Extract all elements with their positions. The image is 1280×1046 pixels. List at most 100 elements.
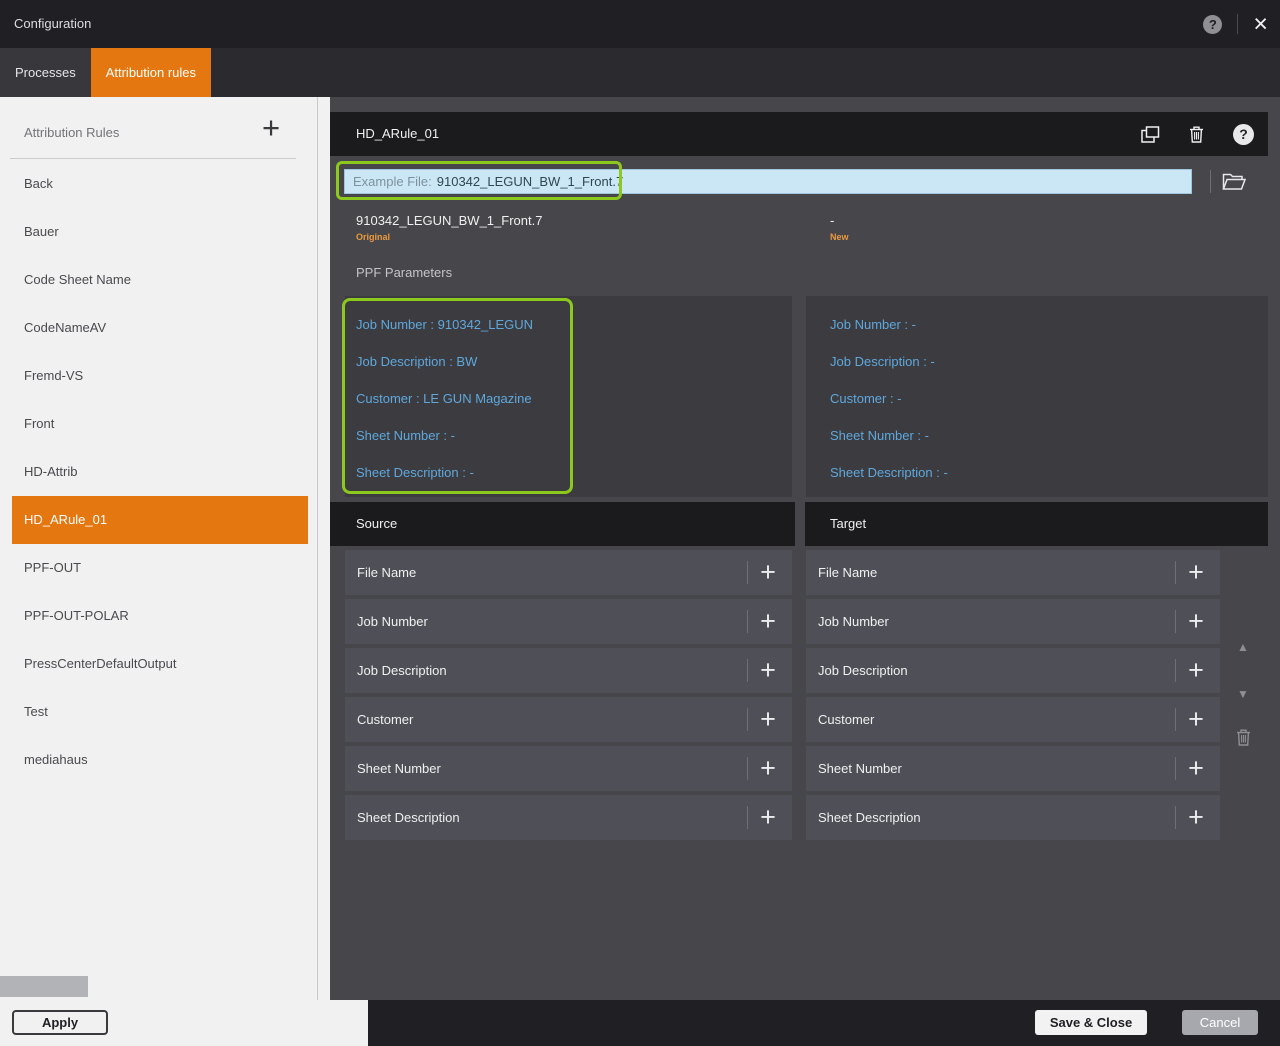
source-row-sheet-number[interactable]: Sheet Number +	[345, 746, 792, 791]
titlebar-divider	[1237, 14, 1238, 34]
sidebar: Attribution Rules + Back Bauer Code Shee…	[0, 97, 330, 1000]
plus-glyph: +	[760, 655, 776, 685]
sidebar-item-presscenterdefaultoutput[interactable]: PressCenterDefaultOutput	[0, 640, 330, 688]
move-down-icon[interactable]: ▼	[1232, 687, 1254, 701]
sidebar-item-hd-arule-01[interactable]: HD_ARule_01	[12, 496, 308, 544]
target-row-sheet-description[interactable]: Sheet Description +	[806, 795, 1220, 840]
plus-glyph: +	[1188, 704, 1204, 734]
add-icon[interactable]: +	[1178, 746, 1214, 791]
move-up-icon[interactable]: ▲	[1232, 640, 1254, 654]
source-row-file-name[interactable]: File Name +	[345, 550, 792, 595]
rule-header-actions: ?	[1141, 112, 1254, 156]
sidebar-item-bauer[interactable]: Bauer	[0, 208, 330, 256]
add-icon[interactable]: +	[750, 648, 786, 693]
row-label: File Name	[357, 550, 416, 595]
rule-help-icon[interactable]: ?	[1233, 124, 1254, 145]
sidebar-title: Attribution Rules	[24, 125, 119, 140]
target-row-job-number[interactable]: Job Number +	[806, 599, 1220, 644]
titlebar-actions: ? ×	[1203, 0, 1268, 48]
plus-glyph: +	[760, 802, 776, 832]
target-param-customer: Customer : -	[830, 391, 902, 406]
tab-attribution-rules[interactable]: Attribution rules	[91, 48, 211, 97]
row-divider	[1175, 659, 1176, 682]
add-icon[interactable]: +	[750, 550, 786, 595]
sidebar-item-mediahaus[interactable]: mediahaus	[0, 736, 330, 784]
row-label: Job Description	[357, 648, 447, 693]
source-row-job-number[interactable]: Job Number +	[345, 599, 792, 644]
sidebar-item-front[interactable]: Front	[0, 400, 330, 448]
example-file-input[interactable]: Example File: 910342_LEGUN_BW_1_Front.7	[344, 169, 1192, 194]
source-row-job-description[interactable]: Job Description +	[345, 648, 792, 693]
plus-glyph: +	[1188, 557, 1204, 587]
row-divider	[1175, 610, 1176, 633]
sidebar-item-back[interactable]: Back	[0, 160, 330, 208]
source-param-sheet-description: Sheet Description : -	[356, 465, 474, 480]
row-label: Customer	[357, 697, 413, 742]
add-icon[interactable]: +	[1178, 599, 1214, 644]
row-divider	[1175, 561, 1176, 584]
add-icon[interactable]: +	[750, 697, 786, 742]
remove-entry-icon[interactable]	[1232, 729, 1254, 746]
titlebar: Configuration ? ×	[0, 0, 1280, 48]
target-row-job-description[interactable]: Job Description +	[806, 648, 1220, 693]
new-label: New	[830, 232, 849, 242]
row-label: Customer	[818, 697, 874, 742]
sidebar-item-ppf-out-polar[interactable]: PPF-OUT-POLAR	[0, 592, 330, 640]
source-rows-list: File Name + Job Number + Job Description…	[345, 550, 792, 844]
row-label: File Name	[818, 550, 877, 595]
source-row-sheet-description[interactable]: Sheet Description +	[345, 795, 792, 840]
add-icon[interactable]: +	[750, 795, 786, 840]
delete-rule-icon[interactable]	[1189, 126, 1204, 143]
sidebar-item-fremd-vs[interactable]: Fremd-VS	[0, 352, 330, 400]
sidebar-item-codenameav[interactable]: CodeNameAV	[0, 304, 330, 352]
plus-glyph: +	[760, 704, 776, 734]
target-row-sheet-number[interactable]: Sheet Number +	[806, 746, 1220, 791]
row-divider	[747, 806, 748, 829]
sidebar-item-test[interactable]: Test	[0, 688, 330, 736]
target-row-file-name[interactable]: File Name +	[806, 550, 1220, 595]
add-icon[interactable]: +	[1178, 550, 1214, 595]
cancel-button[interactable]: Cancel	[1182, 1010, 1258, 1035]
help-icon[interactable]: ?	[1203, 15, 1222, 34]
plus-glyph: +	[760, 606, 776, 636]
apply-button[interactable]: Apply	[12, 1010, 108, 1035]
row-label: Sheet Number	[357, 746, 441, 791]
duplicate-icon[interactable]	[1141, 126, 1160, 143]
target-param-job-description: Job Description : -	[830, 354, 935, 369]
row-label: Sheet Description	[357, 795, 460, 840]
sidebar-item-code-sheet-name[interactable]: Code Sheet Name	[0, 256, 330, 304]
sidebar-item-ppf-out[interactable]: PPF-OUT	[0, 544, 330, 592]
source-row-customer[interactable]: Customer +	[345, 697, 792, 742]
add-icon[interactable]: +	[1178, 697, 1214, 742]
add-icon[interactable]: +	[1178, 648, 1214, 693]
browse-folder-icon[interactable]	[1220, 169, 1248, 194]
plus-glyph: +	[760, 557, 776, 587]
row-divider	[1175, 757, 1176, 780]
plus-glyph: +	[1188, 802, 1204, 832]
add-rule-button[interactable]: +	[254, 111, 288, 145]
rule-title: HD_ARule_01	[356, 112, 439, 156]
row-label: Sheet Number	[818, 746, 902, 791]
save-and-close-button[interactable]: Save & Close	[1035, 1010, 1147, 1035]
example-file-label: Example File:	[353, 174, 432, 189]
target-param-job-number: Job Number : -	[830, 317, 916, 332]
target-row-customer[interactable]: Customer +	[806, 697, 1220, 742]
tab-processes[interactable]: Processes	[0, 48, 91, 97]
plus-glyph: +	[1188, 655, 1204, 685]
target-parameters-panel: Job Number : - Job Description : - Custo…	[806, 296, 1268, 497]
add-icon[interactable]: +	[750, 599, 786, 644]
source-param-job-description: Job Description : BW	[356, 354, 477, 369]
row-label: Job Number	[818, 599, 889, 644]
source-section-header: Source	[330, 502, 795, 546]
target-param-sheet-description: Sheet Description : -	[830, 465, 948, 480]
add-icon[interactable]: +	[750, 746, 786, 791]
sidebar-scrollbar-thumb[interactable]	[0, 976, 88, 997]
new-file-name: -	[830, 213, 849, 228]
source-parameters-panel: Job Number : 910342_LEGUN Job Descriptio…	[345, 296, 792, 497]
add-icon[interactable]: +	[1178, 795, 1214, 840]
dialog-title: Configuration	[14, 16, 91, 31]
sidebar-item-hd-attrib[interactable]: HD-Attrib	[0, 448, 330, 496]
row-divider	[747, 561, 748, 584]
original-label: Original	[356, 232, 542, 242]
close-icon[interactable]: ×	[1253, 14, 1268, 34]
